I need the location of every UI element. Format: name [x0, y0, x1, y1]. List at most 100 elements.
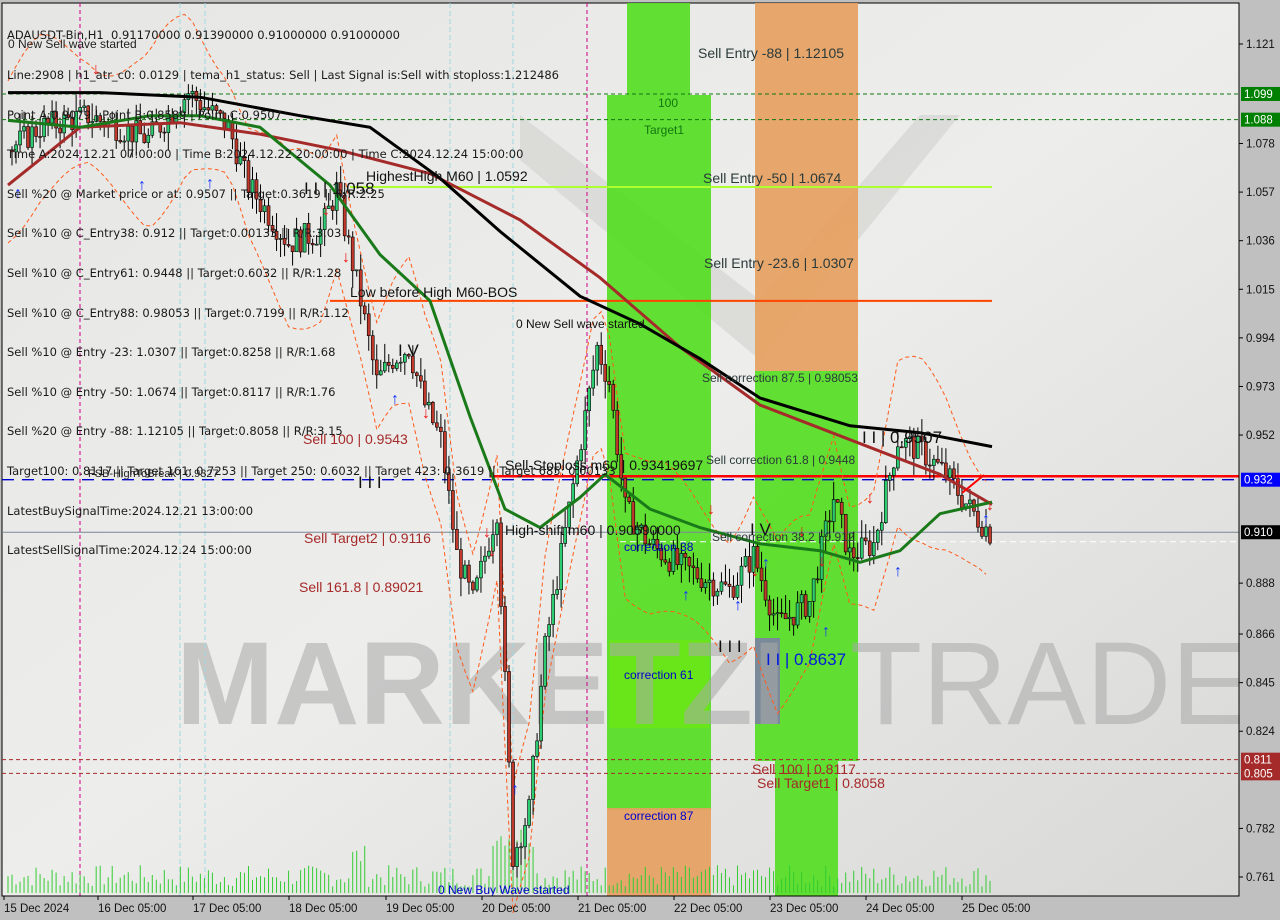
chart-annotation: Sell correction 38.2 | 0.912 [712, 530, 855, 544]
candle-body [695, 567, 700, 580]
candle-body [827, 520, 832, 523]
candle-body [511, 761, 515, 867]
candle-body [932, 458, 936, 466]
time-tick-label: 15 Dec 2024 [4, 903, 70, 915]
candle-body [711, 579, 716, 597]
candle-body [863, 537, 868, 542]
candle-body [687, 557, 692, 567]
overlap-wave-label: 0 New Sell wave started [8, 37, 137, 51]
candle-body [968, 499, 972, 505]
candle-body [767, 599, 772, 616]
candle-body [551, 594, 555, 625]
candle-body [811, 578, 816, 602]
candle-body [984, 526, 988, 537]
price-tick-label: 0.761 [1246, 872, 1275, 884]
buy-arrow-icon: ↑ [682, 587, 690, 604]
candle-body [803, 594, 808, 617]
info-line: Sell %10 @ C_Entry88: 0.98053 || Target:… [7, 305, 349, 320]
candle-body [775, 612, 780, 615]
time-tick-label: 22 Dec 05:00 [674, 903, 742, 915]
candle-body [887, 475, 892, 481]
candle-body [892, 467, 896, 476]
time-tick-label: 21 Dec 05:00 [578, 903, 646, 915]
info-line: LatestSellSignalTime:2024.12.24 15:00:00 [7, 543, 252, 558]
price-tag-label: 0.910 [1244, 527, 1273, 539]
time-tick-label: 17 Dec 05:00 [193, 903, 261, 915]
candle-body [980, 526, 984, 537]
candle-body [527, 799, 531, 826]
watermark-text-right: TRADE [850, 618, 1250, 750]
candle-body [960, 495, 964, 508]
candle-body [743, 556, 748, 567]
price-tick-label: 1.036 [1246, 236, 1275, 248]
candle-body [727, 583, 732, 587]
candle-body [667, 561, 672, 572]
candle-body [867, 540, 872, 556]
price-tick-label: 1.057 [1246, 187, 1275, 199]
price-tick-label: 0.888 [1246, 578, 1275, 590]
candle-body [944, 462, 948, 478]
time-tick-label: 25 Dec 05:00 [962, 903, 1030, 915]
candle-body [515, 847, 519, 867]
candle-body [699, 578, 704, 588]
chart-annotation: Sell Entry -50 | 1.0674 [703, 170, 841, 186]
candle-body [703, 582, 708, 588]
price-tick-label: 0.973 [1246, 381, 1275, 393]
candle-body [763, 580, 768, 601]
sell-arrow-icon: ↓ [707, 501, 715, 518]
chart-annotation: Sell 161.8 | 0.89021 [299, 579, 424, 595]
info-line: Time A:2024.12.21 07:00:00 | Time B:2024… [7, 147, 524, 162]
sell-arrow-icon: ↓ [751, 563, 759, 580]
candle-body [807, 601, 812, 617]
chart-annotation: 100 [658, 96, 678, 110]
time-tick-label: 24 Dec 05:00 [866, 903, 934, 915]
info-line: Point A:0.9079 | Point B:0.8589 | Point … [7, 107, 282, 122]
candle-body [783, 613, 788, 620]
chart-annotation: Sell Entry -23.6 | 1.0307 [704, 255, 854, 271]
buy-arrow-icon: ↑ [822, 623, 830, 640]
sell-target1-label: Sell Target1 | 0.8058 [757, 775, 885, 791]
chart-annotation: Sell Entry -88 | 1.12105 [698, 45, 844, 61]
candle-body [547, 624, 551, 637]
price-tag-label: 0.932 [1244, 475, 1273, 487]
candle-body [735, 584, 740, 598]
candle-body [883, 480, 888, 523]
candle-body [815, 578, 820, 581]
candle-body [791, 616, 796, 626]
candle-body [663, 559, 668, 563]
price-tick-label: 1.121 [1246, 39, 1275, 51]
candle-body [471, 581, 475, 591]
price-tag-label: 0.811 [1244, 755, 1272, 767]
candle-body [627, 496, 632, 502]
candle-body [523, 825, 527, 848]
chart-annotation: correction 38 [624, 540, 694, 554]
candle-body [988, 526, 992, 544]
info-line: Sell %10 @ C_Entry61: 0.9448 || Target:0… [7, 265, 342, 280]
chart-annotation: correction 61 [624, 668, 694, 682]
price-tick-label: 0.845 [1246, 678, 1275, 690]
buy-arrow-icon: ↑ [511, 781, 519, 798]
candle-body [539, 685, 543, 742]
candle-body [771, 613, 776, 616]
price-tag-label: 1.088 [1244, 115, 1273, 127]
chart-annotation: Sell correction 87.5 | 0.98053 [702, 371, 858, 385]
buy-arrow-icon: ↑ [894, 563, 902, 580]
candle-body [555, 589, 559, 595]
time-tick-label: 16 Dec 05:00 [98, 903, 166, 915]
buy-arrow-icon: ↑ [734, 597, 742, 614]
candle-body [507, 671, 511, 763]
info-line: Line:2908 | h1_atr_c0: 0.0129 | tema_h1_… [7, 68, 559, 82]
candle-body [851, 547, 856, 558]
info-line: Sell %10 @ C_Entry38: 0.912 || Target:0.… [7, 226, 342, 241]
candle-body [715, 590, 720, 597]
candle-body [719, 581, 724, 592]
candle-body [795, 602, 800, 626]
time-tick-label: 19 Dec 05:00 [386, 903, 454, 915]
candle-body [976, 510, 980, 528]
candle-body [615, 409, 620, 455]
candle-body [855, 557, 860, 559]
candle-body [940, 461, 944, 464]
candle-body [691, 565, 696, 569]
chart-annotation: 0 New Buy Wave started [438, 883, 570, 897]
info-line: Sell %20 @ Entry -88: 1.12105 || Target:… [7, 424, 343, 439]
